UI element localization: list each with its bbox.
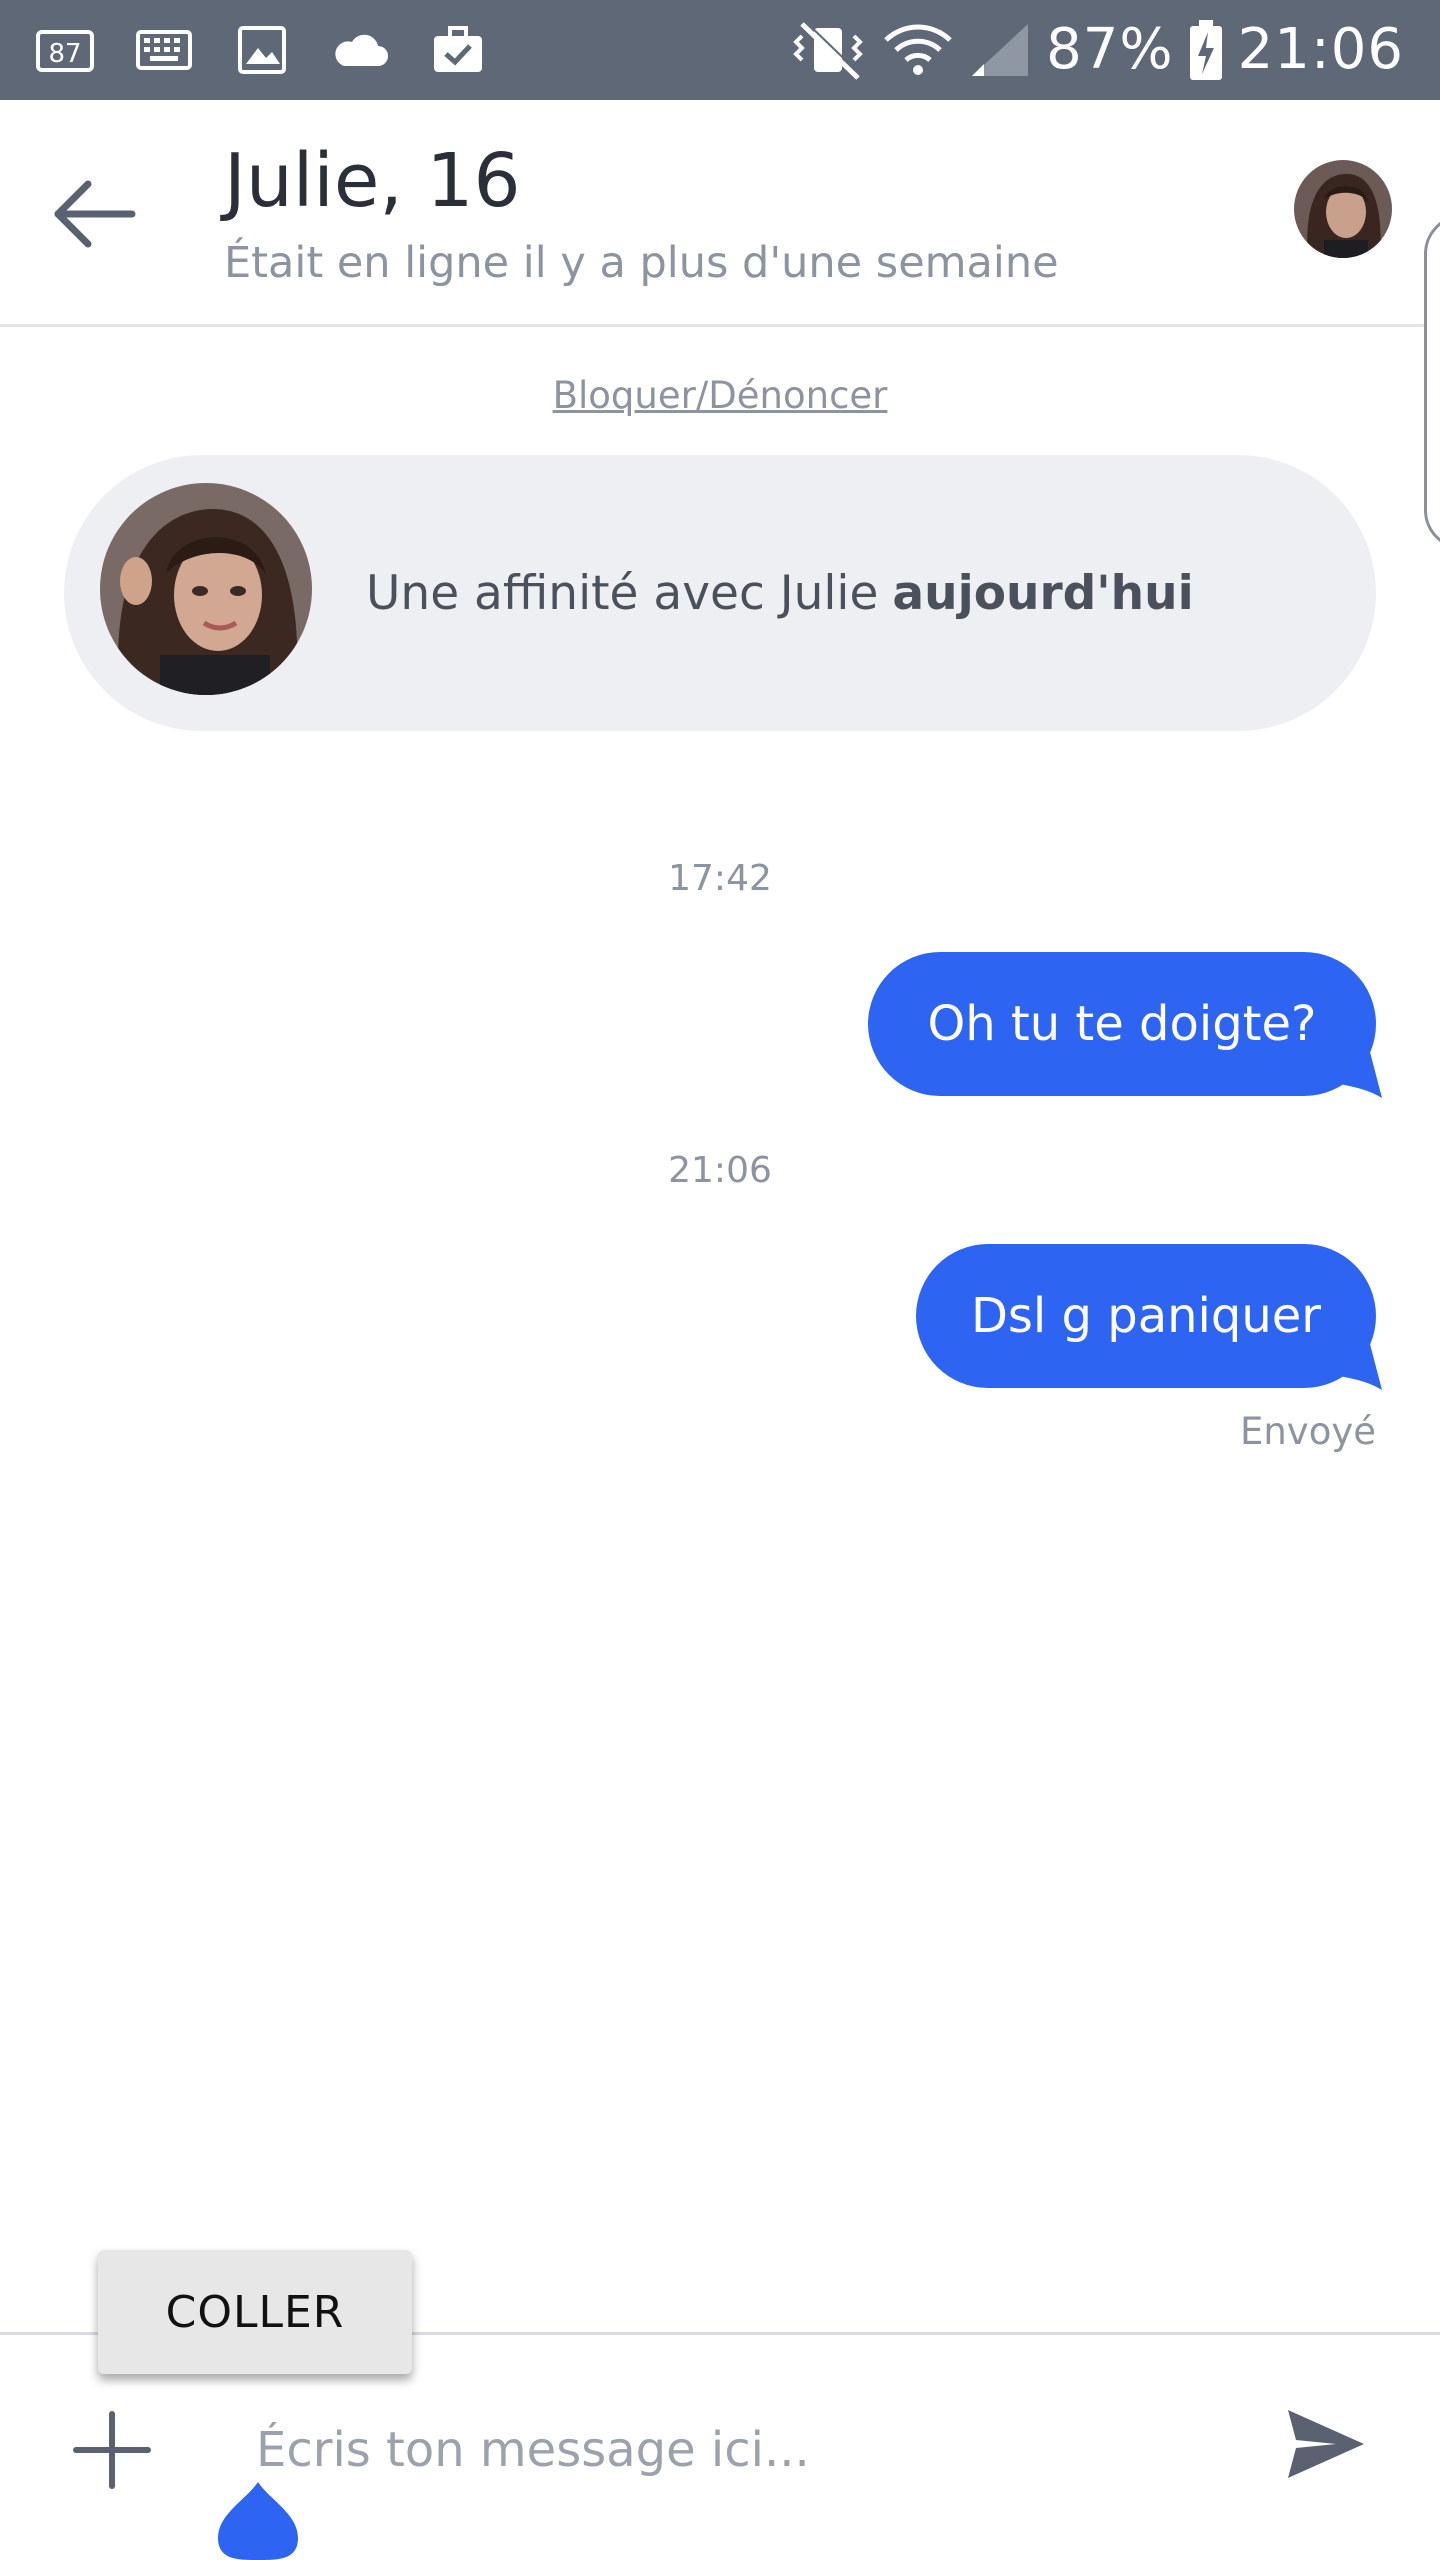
- keyboard-icon: [136, 30, 192, 70]
- bubble-tail: [1330, 1344, 1382, 1390]
- message-text: Dsl g paniquer: [970, 1288, 1322, 1344]
- conversation-header: Julie, 16 Était en ligne il y a plus d'u…: [0, 100, 1440, 327]
- delivery-status: Envoyé: [1239, 1410, 1376, 1453]
- affinity-text-prefix: Une affinité avec Julie: [366, 565, 879, 621]
- back-button[interactable]: [44, 164, 144, 264]
- notification-count-icon: 87: [36, 30, 94, 72]
- add-attachment-icon[interactable]: [72, 2410, 152, 2490]
- affinity-avatar[interactable]: [100, 483, 312, 695]
- svg-text:87: 87: [48, 39, 81, 69]
- status-time: 21:06: [1237, 17, 1404, 82]
- message-input[interactable]: [256, 2400, 1216, 2500]
- sent-message-bubble[interactable]: Dsl g paniquer: [916, 1244, 1382, 1390]
- battery-charging-icon: [1189, 20, 1222, 80]
- last-seen-status: Était en ligne il y a plus d'une semaine: [224, 238, 1059, 288]
- contact-avatar[interactable]: [1294, 160, 1392, 258]
- vibrate-mute-icon: [793, 21, 863, 80]
- paste-button[interactable]: COLLER: [98, 2250, 412, 2374]
- message-timestamp: 21:06: [668, 1150, 772, 1191]
- wifi-icon: [884, 24, 952, 75]
- status-bar-right: 87% 21:06: [788, 10, 1404, 90]
- send-icon[interactable]: [1284, 2402, 1368, 2486]
- affinity-message: Une affinité avec Julie aujourd'hui: [366, 455, 1194, 731]
- message-timestamp: 17:42: [668, 858, 772, 899]
- battery-percent: 87%: [1046, 17, 1174, 82]
- message-text: Oh tu te doigte?: [927, 996, 1317, 1052]
- status-bar-left-icons: 87: [34, 22, 490, 78]
- affinity-text-date: aujourd'hui: [892, 565, 1194, 621]
- briefcase-check-icon: [434, 26, 482, 72]
- back-arrow-icon: [54, 180, 136, 248]
- block-report-link[interactable]: Bloquer/Dénoncer: [0, 374, 1440, 417]
- contact-name-age[interactable]: Julie, 16: [224, 138, 521, 224]
- cloud-icon: [335, 34, 388, 66]
- status-bar: 87 87% 21:06: [0, 0, 1440, 100]
- image-icon: [238, 26, 286, 74]
- text-cursor-handle[interactable]: [216, 2480, 300, 2560]
- bubble-tail: [1330, 1052, 1382, 1098]
- sent-message-bubble[interactable]: Oh tu te doigte?: [868, 952, 1382, 1098]
- signal-icon: [972, 24, 1029, 76]
- affinity-card: Une affinité avec Julie aujourd'hui: [64, 455, 1376, 731]
